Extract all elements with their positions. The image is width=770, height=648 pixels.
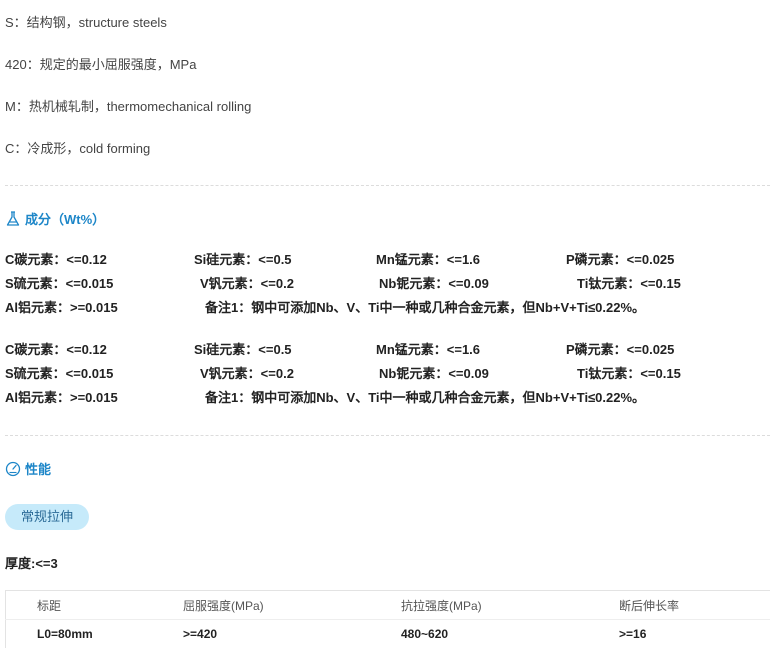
header-gauge-length: 标距 <box>6 591 184 620</box>
header-tensile-strength: 抗拉强度(MPa) <box>401 591 619 620</box>
element-titanium: Ti钛元素：<=0.15 <box>577 273 681 292</box>
element-titanium: Ti钛元素：<=0.15 <box>577 363 681 382</box>
composition-row: C碳元素：<=0.12 Si硅元素：<=0.5 Mn锰元素：<=1.6 P磷元素… <box>5 339 765 363</box>
cell-yield-strength: >=420 <box>183 620 401 648</box>
header-yield-strength: 屈服强度(MPa) <box>183 591 401 620</box>
element-niobium: Nb铌元素：<=0.09 <box>379 363 489 382</box>
gauge-icon <box>5 461 21 477</box>
element-phosphorus: P磷元素：<=0.025 <box>566 249 674 268</box>
code-line-c: C：冷成形，cold forming <box>5 138 150 157</box>
composition-row: Al铝元素：>=0.015 备注1：钢中可添加Nb、V、Ti中一种或几种合金元素… <box>5 387 765 411</box>
element-manganese: Mn锰元素：<=1.6 <box>376 339 480 358</box>
composition-row: S硫元素：<=0.015 V钒元素：<=0.2 Nb铌元素：<=0.09 Ti钛… <box>5 273 765 297</box>
element-carbon: C碳元素：<=0.12 <box>5 249 107 268</box>
element-sulfur: S硫元素：<=0.015 <box>5 273 113 292</box>
divider <box>5 435 770 436</box>
composition-block: C碳元素：<=0.12 Si硅元素：<=0.5 Mn锰元素：<=1.6 P磷元素… <box>5 249 765 321</box>
performance-header: 性能 <box>5 459 51 478</box>
table-header-row: 标距 屈服强度(MPa) 抗拉强度(MPa) 断后伸长率 <box>6 591 770 620</box>
divider <box>5 185 770 186</box>
code-line-s: S：结构钢，structure steels <box>5 12 167 31</box>
composition-note: 备注1：钢中可添加Nb、V、Ti中一种或几种合金元素，但Nb+V+Ti≤0.22… <box>205 387 645 406</box>
element-phosphorus: P磷元素：<=0.025 <box>566 339 674 358</box>
element-silicon: Si硅元素：<=0.5 <box>194 249 292 268</box>
cell-gauge-length: L0=80mm <box>6 620 184 648</box>
code-line-m: M：热机械轧制，thermomechanical rolling <box>5 96 251 115</box>
element-sulfur: S硫元素：<=0.015 <box>5 363 113 382</box>
performance-title: 性能 <box>25 459 51 478</box>
element-vanadium: V钒元素：<=0.2 <box>200 273 294 292</box>
cell-elongation: >=16 <box>619 620 770 648</box>
header-elongation: 断后伸长率 <box>619 591 770 620</box>
element-niobium: Nb铌元素：<=0.09 <box>379 273 489 292</box>
element-silicon: Si硅元素：<=0.5 <box>194 339 292 358</box>
element-manganese: Mn锰元素：<=1.6 <box>376 249 480 268</box>
composition-header: 成分（Wt%） <box>5 209 105 228</box>
composition-row: C碳元素：<=0.12 Si硅元素：<=0.5 Mn锰元素：<=1.6 P磷元素… <box>5 249 765 273</box>
composition-block: C碳元素：<=0.12 Si硅元素：<=0.5 Mn锰元素：<=1.6 P磷元素… <box>5 339 765 411</box>
element-aluminum: Al铝元素：>=0.015 <box>5 387 118 406</box>
composition-row: Al铝元素：>=0.015 备注1：钢中可添加Nb、V、Ti中一种或几种合金元素… <box>5 297 765 321</box>
thickness-label: 厚度:<=3 <box>5 553 58 572</box>
element-vanadium: V钒元素：<=0.2 <box>200 363 294 382</box>
element-carbon: C碳元素：<=0.12 <box>5 339 107 358</box>
composition-title: 成分（Wt%） <box>25 209 105 228</box>
table-row: L0=80mm >=420 480~620 >=16 <box>6 620 770 648</box>
code-line-420: 420：规定的最小屈服强度，MPa <box>5 54 196 73</box>
composition-note: 备注1：钢中可添加Nb、V、Ti中一种或几种合金元素，但Nb+V+Ti≤0.22… <box>205 297 645 316</box>
composition-row: S硫元素：<=0.015 V钒元素：<=0.2 Nb铌元素：<=0.09 Ti钛… <box>5 363 765 387</box>
tab-regular-tensile[interactable]: 常规拉伸 <box>5 504 89 530</box>
tensile-properties-table: 标距 屈服强度(MPa) 抗拉强度(MPa) 断后伸长率 L0=80mm >=4… <box>5 590 770 648</box>
cell-tensile-strength: 480~620 <box>401 620 619 648</box>
element-aluminum: Al铝元素：>=0.015 <box>5 297 118 316</box>
flask-icon <box>5 211 21 227</box>
